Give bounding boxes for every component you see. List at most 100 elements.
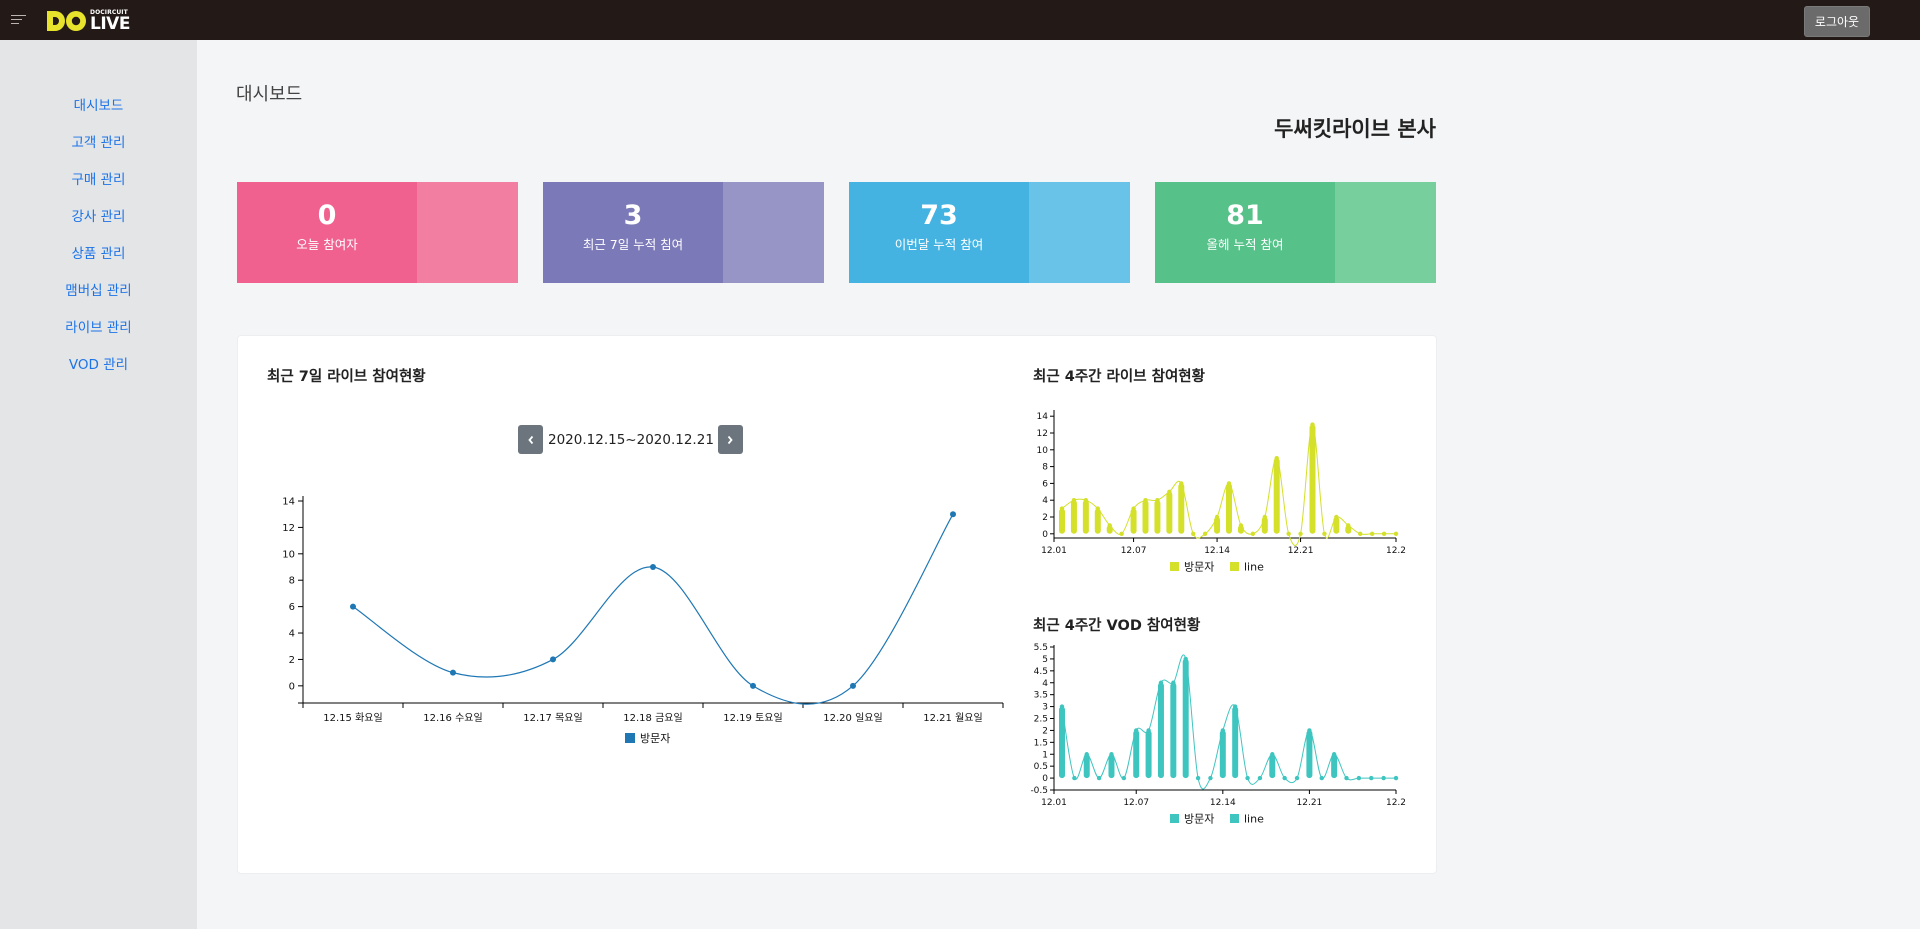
data-point — [1358, 531, 1363, 536]
bar — [1261, 517, 1268, 534]
data-point — [1226, 481, 1232, 486]
y-tick-label: 6 — [1042, 479, 1048, 489]
data-point — [1310, 422, 1315, 427]
y-tick-label: 4 — [1042, 496, 1048, 506]
data-point — [1298, 531, 1303, 536]
data-point — [1084, 752, 1089, 757]
data-point — [1083, 498, 1089, 503]
y-tick-label: 4 — [1042, 679, 1048, 689]
stat-side — [1335, 182, 1436, 283]
y-tick-label: 5 — [1042, 655, 1048, 665]
data-point — [1286, 531, 1291, 536]
data-point — [1183, 656, 1188, 662]
data-point — [1250, 531, 1256, 536]
y-tick-label: 12 — [282, 523, 295, 534]
live-4weeks-chart: 0 2 4 6 8 10 12 14 12.01 12.07 12.14 12.21 12.2 방문자 li… — [1037, 410, 1406, 574]
x-tick-label: 12.2 — [1386, 798, 1406, 808]
data-point — [950, 511, 956, 518]
data-point — [1334, 514, 1339, 520]
prev-week-button[interactable] — [518, 425, 543, 454]
legend-label: 방문자 — [1184, 813, 1214, 826]
data-point — [1095, 506, 1100, 511]
stat-value: 3 — [623, 200, 643, 231]
data-point — [1208, 775, 1213, 781]
data-point — [1143, 498, 1148, 503]
legend-swatch — [1230, 562, 1239, 571]
sidebar-item-dashboard[interactable]: 대시보드 — [0, 98, 197, 135]
data-point — [1179, 481, 1184, 486]
stat-card-year: 81 올헤 누적 참여 — [1155, 182, 1436, 283]
stat-main: 81 올헤 누적 참여 — [1155, 182, 1335, 283]
y-tick-label: 0 — [1042, 530, 1048, 540]
stat-main: 73 이번달 누적 참여 — [849, 182, 1029, 283]
top-bar: DOCIRCUIT LIVE 로그아웃 — [0, 0, 1920, 40]
y-tick-label: 12 — [1037, 429, 1048, 439]
x-tick-label: 12.01 — [1041, 798, 1067, 808]
x-tick-label: 12.14 — [1204, 546, 1230, 556]
sidebar-item-customers[interactable]: 고객 관리 — [0, 135, 197, 172]
chevron-left-icon — [527, 435, 533, 444]
y-tick-label: 10 — [282, 549, 295, 560]
y-tick-label: 1 — [1042, 750, 1048, 760]
data-point — [1131, 506, 1136, 511]
legend-swatch — [1170, 814, 1179, 823]
y-tick-label: 8 — [289, 576, 295, 587]
data-point — [1109, 752, 1114, 757]
x-tick-label: 12.18 금요일 — [623, 712, 682, 724]
sidebar-item-instructors[interactable]: 강사 관리 — [0, 209, 197, 246]
bar — [1309, 424, 1316, 534]
logout-button[interactable]: 로그아웃 — [1804, 6, 1870, 37]
data-point — [450, 669, 456, 676]
data-point — [1369, 531, 1375, 536]
data-point — [1274, 456, 1279, 461]
x-tick-label: 12.21 — [1297, 798, 1323, 808]
menu-icon[interactable] — [11, 15, 26, 25]
data-point — [1381, 531, 1387, 536]
bar — [1214, 517, 1221, 534]
data-point — [1059, 506, 1065, 511]
logo-mark-icon — [47, 11, 86, 31]
stat-card-month: 73 이번달 누적 참여 — [849, 182, 1130, 283]
x-tick-label: 12.07 — [1121, 546, 1147, 556]
sidebar: 대시보드 고객 관리 구매 관리 강사 관리 상품 관리 맴버십 관리 라이브 … — [0, 40, 197, 929]
bar — [1170, 682, 1177, 779]
series-line — [352, 513, 954, 705]
vod-4weeks-title: 최근 4주간 VOD 참여현황 — [1033, 618, 1201, 634]
y-tick-label: 5.5 — [1034, 643, 1048, 653]
data-point — [850, 682, 856, 689]
bar — [1145, 730, 1152, 779]
data-point — [1262, 514, 1267, 520]
sidebar-item-live[interactable]: 라이브 관리 — [0, 320, 197, 357]
stat-label: 올헤 누적 참여 — [1206, 237, 1284, 252]
legend-label: 방문자 — [1184, 561, 1214, 574]
bar — [1154, 500, 1161, 534]
bar — [1094, 508, 1101, 534]
logo[interactable]: DOCIRCUIT LIVE — [45, 8, 130, 34]
y-tick-label: 2 — [1042, 513, 1048, 523]
stat-card-today: 0 오늘 참여자 — [237, 182, 518, 283]
data-point — [550, 656, 556, 663]
bar — [1269, 754, 1276, 779]
data-point — [1071, 498, 1077, 503]
data-point — [1245, 775, 1250, 781]
sidebar-item-vod[interactable]: VOD 관리 — [0, 357, 197, 394]
sidebar-item-purchases[interactable]: 구매 관리 — [0, 172, 197, 209]
stat-main: 0 오늘 참여자 — [237, 182, 417, 283]
next-week-button[interactable] — [717, 425, 743, 454]
bar — [1273, 458, 1280, 534]
stat-value: 81 — [1226, 200, 1264, 231]
sidebar-item-products[interactable]: 상품 관리 — [0, 246, 197, 283]
y-tick-label: 4 — [289, 629, 295, 640]
x-tick-label: 12.14 — [1210, 798, 1236, 808]
sidebar-item-memberships[interactable]: 맴버십 관리 — [0, 283, 197, 320]
stat-main: 3 최근 7일 누적 침여 — [543, 182, 723, 283]
stat-label: 이번달 누적 참여 — [894, 237, 984, 252]
bar — [1142, 500, 1149, 534]
x-tick-label: 12.16 수요일 — [423, 712, 482, 724]
y-tick-label: 6 — [289, 602, 295, 613]
y-tick-label: 8 — [1042, 463, 1048, 473]
x-tick-label: 12.01 — [1041, 546, 1067, 556]
logo-big-text: LIVE — [90, 14, 130, 34]
y-tick-label: 4.5 — [1034, 667, 1048, 677]
data-point — [1096, 775, 1102, 781]
